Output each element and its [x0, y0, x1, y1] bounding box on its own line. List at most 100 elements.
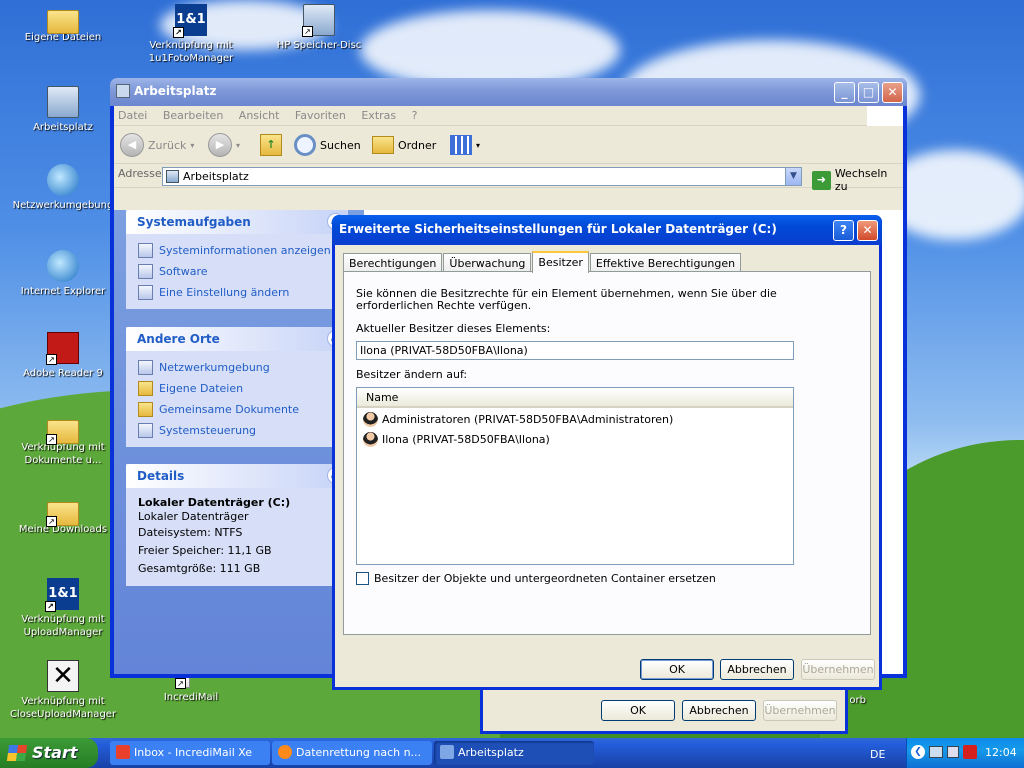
address-dropdown-button[interactable]: ▼: [785, 168, 801, 185]
go-button[interactable]: ➜ Wechseln zu: [812, 167, 903, 193]
menu-bearbeiten[interactable]: Bearbeiten: [163, 109, 223, 122]
desktop-icon-meine-downloads[interactable]: ↗ Meine Downloads: [8, 496, 118, 536]
views-icon: [450, 135, 472, 155]
language-indicator[interactable]: DE: [870, 748, 885, 761]
folder-icon: [138, 381, 153, 396]
replace-owner-label[interactable]: Besitzer der Objekte und untergeordneten…: [374, 572, 716, 585]
task-firefox[interactable]: Datenrettung nach n...: [272, 741, 432, 765]
menu-extras[interactable]: Extras: [361, 109, 396, 122]
firefox-icon: [278, 745, 292, 759]
up-button[interactable]: ↑: [260, 132, 282, 158]
clock[interactable]: 12:04: [985, 746, 1017, 759]
desktop-icon-eigene-dateien[interactable]: Eigene Dateien: [8, 4, 118, 44]
desktop-icon-hp-disc[interactable]: ↗ HP Speicher-Disc: [264, 4, 374, 52]
task-arbeitsplatz[interactable]: Arbeitsplatz: [434, 741, 594, 765]
desktop-icon-netzwerkumgebung[interactable]: Netzwerkumgebung: [8, 164, 118, 212]
dialog-title: Erweiterte Sicherheitseinstellungen für …: [339, 222, 777, 236]
cancel-button[interactable]: Abbrechen: [720, 659, 794, 680]
advanced-security-dialog[interactable]: Erweiterte Sicherheitseinstellungen für …: [332, 215, 882, 690]
address-input[interactable]: Arbeitsplatz ▼: [162, 167, 802, 186]
search-button[interactable]: Suchen: [294, 132, 361, 158]
replace-owner-checkbox[interactable]: [356, 572, 369, 585]
list-item-administratoren[interactable]: Administratoren (PRIVAT-58D50FBA\Adminis…: [357, 408, 793, 428]
task-software[interactable]: Software: [126, 261, 348, 282]
desktop-icon-adobe-reader[interactable]: ↗ Adobe Reader 9: [8, 332, 118, 380]
oneandone-icon: 1&1 ↗: [173, 4, 207, 38]
other-places-header[interactable]: Andere Orte ︽: [126, 327, 348, 351]
task-change-setting[interactable]: Eine Einstellung ändern: [126, 282, 348, 303]
speaker-tray-icon[interactable]: [947, 746, 959, 758]
ie-icon: [47, 250, 79, 282]
back-button[interactable]: ◀ Zurück ▾: [120, 132, 194, 158]
tab-effektive-berechtigungen[interactable]: Effektive Berechtigungen: [589, 253, 742, 273]
computer-icon: [47, 86, 79, 118]
place-systemsteuerung[interactable]: Systemsteuerung: [126, 420, 348, 441]
tab-berechtigungen[interactable]: Berechtigungen: [343, 253, 443, 273]
desktop-icon-closeuploadmanager[interactable]: ✕ Verknüpfung mit CloseUploadManager: [8, 660, 118, 721]
task-incredimail[interactable]: Inbox - IncrediMail Xe: [110, 741, 270, 765]
owner-tab-panel: Sie können die Besitzrechte für ein Elem…: [343, 271, 871, 635]
shortcut-arrow-icon: ↗: [45, 601, 56, 612]
maximize-button[interactable]: □: [858, 82, 879, 103]
x-icon: ✕: [47, 660, 79, 692]
quick-launch: [104, 738, 108, 768]
antivirus-tray-icon[interactable]: [963, 745, 977, 759]
chevron-down-icon: ▾: [476, 140, 481, 150]
network-icon: [47, 164, 79, 196]
dialog-close-button[interactable]: ✕: [857, 220, 878, 241]
mail-icon: [116, 745, 130, 759]
tab-besitzer[interactable]: Besitzer: [532, 251, 589, 273]
list-item-ilona[interactable]: Ilona (PRIVAT-58D50FBA\Ilona): [357, 428, 793, 448]
start-button[interactable]: Start: [0, 738, 98, 768]
ok-button[interactable]: OK: [640, 659, 714, 680]
desktop-icon-internet-explorer[interactable]: Internet Explorer: [8, 250, 118, 298]
desktop-icon-incredimail[interactable]: ↗ IncrediMail: [136, 674, 246, 704]
menu-ansicht[interactable]: Ansicht: [239, 109, 280, 122]
back-apply-button[interactable]: Übernehmen: [763, 700, 837, 721]
dialog-titlebar[interactable]: Erweiterte Sicherheitseinstellungen für …: [332, 215, 882, 245]
system-tray: ❮ 12:04: [906, 738, 1024, 768]
back-cancel-button[interactable]: Abbrechen: [682, 700, 756, 721]
chevron-down-icon: ▾: [236, 140, 241, 150]
folder-shortcut-icon: ↗: [46, 502, 79, 527]
details-header[interactable]: Details ︽: [126, 464, 348, 488]
place-gemeinsame-dokumente[interactable]: Gemeinsame Dokumente: [126, 399, 348, 420]
desktop-icon-dokumente[interactable]: ↗ Verknüpfung mit Dokumente u...: [8, 414, 118, 467]
system-tasks-header[interactable]: Systemaufgaben ︽: [126, 210, 348, 234]
help-button[interactable]: ?: [833, 220, 854, 241]
folders-button[interactable]: Ordner: [372, 132, 436, 158]
desktop-icon-arbeitsplatz[interactable]: Arbeitsplatz: [8, 86, 118, 134]
tray-expand-icon[interactable]: ❮: [911, 745, 925, 759]
place-netzwerkumgebung[interactable]: Netzwerkumgebung: [126, 357, 348, 378]
computer-icon: [440, 745, 454, 759]
pdf-icon: ↗: [46, 332, 79, 365]
owner-intro-text: Sie können die Besitzrechte für ein Elem…: [356, 287, 777, 312]
details-total-size: Gesamtgröße: 111 GB: [138, 562, 261, 575]
desktop-icon-uploadmanager[interactable]: 1&1 ↗ Verknüpfung mit UploadManager: [8, 578, 118, 639]
change-owner-label: Besitzer ändern auf:: [356, 368, 468, 381]
close-button[interactable]: ✕: [882, 82, 903, 103]
desktop-icon-fotomanager[interactable]: 1&1 ↗ Verknüpfung mit 1u1FotoManager: [136, 4, 246, 65]
tab-ueberwachung[interactable]: Überwachung: [443, 253, 532, 273]
network-icon: [138, 360, 153, 375]
folder-shortcut-icon: ↗: [46, 420, 79, 445]
place-eigene-dateien[interactable]: Eigene Dateien: [126, 378, 348, 399]
menu-favoriten[interactable]: Favoriten: [295, 109, 346, 122]
menu-datei[interactable]: Datei: [118, 109, 147, 122]
details-panel: Details ︽ Lokaler Datenträger (C:) Lokal…: [126, 464, 348, 586]
owner-list[interactable]: Name Administratoren (PRIVAT-58D50FBA\Ad…: [356, 387, 794, 565]
explorer-titlebar[interactable]: Arbeitsplatz _ □ ✕: [110, 78, 907, 106]
network-tray-icon[interactable]: [929, 746, 943, 758]
shortcut-arrow-icon: ↗: [302, 26, 313, 37]
control-panel-icon: [138, 423, 153, 438]
minimize-button[interactable]: _: [834, 82, 855, 103]
views-button[interactable]: ▾: [450, 132, 480, 158]
list-header-name[interactable]: Name: [357, 388, 793, 408]
back-ok-button[interactable]: OK: [601, 700, 675, 721]
menu-help[interactable]: ?: [412, 109, 418, 122]
apply-button[interactable]: Übernehmen: [801, 659, 875, 680]
folder-icon: [138, 402, 153, 417]
dialog-body: Berechtigungen Überwachung Besitzer Effe…: [335, 245, 879, 687]
forward-button[interactable]: ▶ ▾: [208, 132, 240, 158]
task-system-info[interactable]: Systeminformationen anzeigen: [126, 240, 348, 261]
